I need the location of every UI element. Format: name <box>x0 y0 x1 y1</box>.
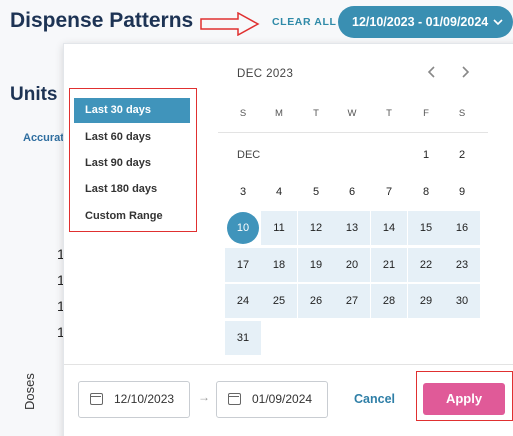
calendar-day[interactable]: 24 <box>225 284 261 318</box>
calendar-day[interactable]: 15 <box>408 211 444 245</box>
clear-all-button[interactable]: CLEAR ALL <box>272 16 337 28</box>
weekday-header: W <box>347 108 357 119</box>
preset-last-90-days[interactable]: Last 90 days <box>74 151 190 176</box>
weekday-header: T <box>313 108 319 119</box>
calendar-day[interactable]: 4 <box>261 175 297 209</box>
y-axis-label: Doses <box>22 373 37 410</box>
chevron-right-icon[interactable] <box>459 64 471 84</box>
end-date-value: 01/09/2024 <box>252 392 313 406</box>
date-range-button[interactable]: 12/10/2023 - 01/09/2024 <box>338 6 513 38</box>
calendar-day[interactable]: 27 <box>334 284 370 318</box>
preset-last-60-days[interactable]: Last 60 days <box>74 125 190 150</box>
weekday-header: F <box>423 108 429 119</box>
preset-custom-range[interactable]: Custom Range <box>74 204 190 229</box>
calendar-day-selected[interactable]: 10 <box>225 211 261 245</box>
calendar-icon <box>90 393 103 405</box>
start-date-field[interactable]: 12/10/2023 <box>78 381 190 418</box>
preset-last-180-days[interactable]: Last 180 days <box>74 177 190 202</box>
calendar-day[interactable]: 23 <box>444 248 480 282</box>
weekday-header: T <box>386 108 392 119</box>
apply-button[interactable]: Apply <box>423 383 505 415</box>
accuracy-tab[interactable]: Accurat <box>23 132 64 144</box>
calendar-day[interactable]: 17 <box>225 248 261 282</box>
dispense-patterns-page: Dispense Patterns CLEAR ALL 12/10/2023 -… <box>0 0 513 436</box>
calendar-day[interactable]: 25 <box>261 284 297 318</box>
selected-day-circle: 10 <box>227 212 259 244</box>
month-short-label: DEC <box>237 149 261 161</box>
calendar-day[interactable]: 2 <box>444 138 480 172</box>
date-range-label: 12/10/2023 - 01/09/2024 <box>352 15 489 29</box>
footer-divider <box>64 364 513 365</box>
calendar-day[interactable]: 19 <box>298 248 334 282</box>
weekday-header: S <box>239 108 247 119</box>
calendar-day[interactable]: 21 <box>371 248 407 282</box>
calendar-day[interactable]: 14 <box>371 211 407 245</box>
calendar-month-label: DEC 2023 <box>237 68 294 80</box>
calendar-day[interactable]: 8 <box>408 175 444 209</box>
calendar-day[interactable]: 22 <box>408 248 444 282</box>
date-picker-popup: Last 30 days Last 60 days Last 90 days L… <box>63 43 513 436</box>
calendar-day[interactable]: 1 <box>408 138 444 172</box>
calendar-day[interactable]: 28 <box>371 284 407 318</box>
calendar-day[interactable]: 16 <box>444 211 480 245</box>
units-heading: Units <box>10 84 58 105</box>
calendar-day[interactable]: 18 <box>261 248 297 282</box>
end-date-field[interactable]: 01/09/2024 <box>216 381 328 418</box>
calendar-icon <box>228 393 241 405</box>
weekday-header: S <box>458 108 466 119</box>
page-title: Dispense Patterns <box>10 9 194 32</box>
start-date-value: 12/10/2023 <box>114 392 175 406</box>
calendar-day[interactable]: 9 <box>444 175 480 209</box>
calendar-divider <box>218 132 488 133</box>
calendar-day[interactable]: 7 <box>371 175 407 209</box>
cancel-button[interactable]: Cancel <box>354 392 395 406</box>
calendar-day[interactable]: 5 <box>298 175 334 209</box>
calendar-day[interactable]: 31 <box>225 321 261 355</box>
calendar-day[interactable]: 6 <box>334 175 370 209</box>
chevron-down-icon <box>493 6 503 38</box>
preset-last-30-days[interactable]: Last 30 days <box>74 98 190 123</box>
calendar-day[interactable]: 3 <box>225 175 261 209</box>
arrow-right-icon: → <box>198 390 210 404</box>
calendar-day[interactable]: 12 <box>298 211 334 245</box>
calendar-day[interactable]: 13 <box>334 211 370 245</box>
calendar-day[interactable]: 11 <box>261 211 297 245</box>
calendar-day[interactable]: 29 <box>408 284 444 318</box>
annotation-arrow <box>200 12 260 36</box>
calendar-day[interactable]: 26 <box>298 284 334 318</box>
calendar-day[interactable]: 30 <box>444 284 480 318</box>
calendar-day[interactable]: 20 <box>334 248 370 282</box>
weekday-header: M <box>275 108 283 119</box>
chevron-left-icon[interactable] <box>426 64 438 84</box>
